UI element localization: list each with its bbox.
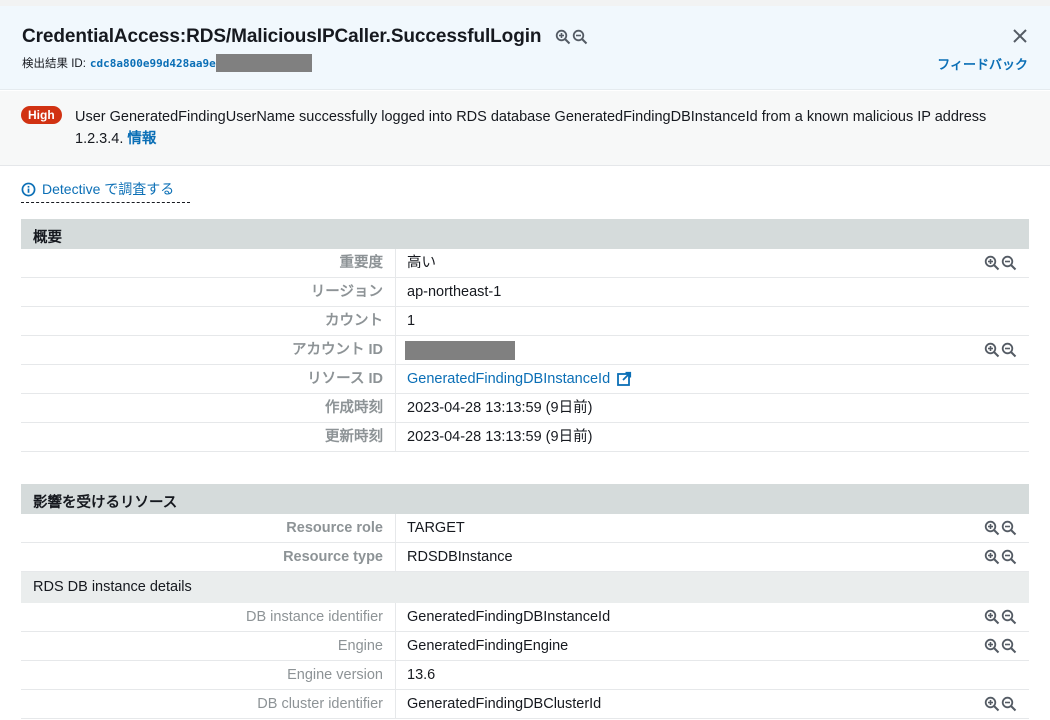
close-icon[interactable] (1010, 26, 1030, 46)
row-key: DB cluster identifier (21, 690, 396, 718)
severity-badge: High (21, 106, 62, 124)
filter-icons (984, 638, 1017, 654)
zoom-in-icon[interactable] (984, 549, 1000, 565)
overview-heading: 概要 (21, 219, 1029, 249)
detective-link-label: Detective で調査する (42, 181, 175, 197)
row-key: Engine version (21, 661, 396, 689)
row-key: DB instance identifier (21, 603, 396, 631)
title-row: CredentialAccess:RDS/MaliciousIPCaller.S… (22, 26, 588, 48)
redacted-block (215, 54, 312, 72)
table-row: 重要度 高い (21, 249, 1029, 278)
affected-heading: 影響を受けるリソース (21, 484, 1029, 514)
zoom-in-icon[interactable] (984, 609, 1000, 625)
zoom-in-icon[interactable] (984, 638, 1000, 654)
row-value: 2023-04-28 13:13:59 (9日前) (407, 429, 593, 445)
detective-link[interactable]: Detective で調査する (21, 179, 190, 203)
filter-icons (984, 549, 1017, 565)
finding-id-label: 検出結果 ID: (22, 58, 86, 70)
row-value: 1 (407, 313, 416, 329)
row-key: リージョン (21, 278, 396, 306)
zoom-out-icon[interactable] (1001, 549, 1017, 565)
row-key: Engine (21, 632, 396, 660)
finding-id-value[interactable]: cdc8a800e99d428aa9e (90, 57, 216, 70)
row-key: リソース ID (21, 365, 396, 393)
filter-icons (984, 696, 1017, 712)
zoom-out-icon[interactable] (572, 29, 588, 45)
table-row: リソース ID GeneratedFindingDBInstanceId (21, 365, 1029, 394)
redacted-account-id (405, 340, 515, 360)
resource-id-text: GeneratedFindingDBInstanceId (407, 371, 611, 387)
resource-id-link[interactable]: GeneratedFindingDBInstanceId (396, 365, 1029, 393)
row-key: 作成時刻 (21, 394, 396, 422)
zoom-in-icon[interactable] (984, 255, 1000, 271)
zoom-out-icon[interactable] (1001, 255, 1017, 271)
row-key: Resource role (21, 514, 396, 542)
filter-icons (984, 342, 1017, 358)
filter-icons (984, 520, 1017, 536)
row-key: アカウント ID (21, 336, 396, 364)
table-row: DB cluster identifier GeneratedFindingDB… (21, 690, 1029, 719)
feedback-link[interactable]: フィードバック (937, 54, 1028, 73)
row-value: GeneratedFindingEngine (407, 638, 569, 654)
filter-icons (984, 609, 1017, 625)
table-row: 作成時刻 2023-04-28 13:13:59 (9日前) (21, 394, 1029, 423)
filter-icons (984, 255, 1017, 271)
zoom-out-icon[interactable] (1001, 520, 1017, 536)
row-value: GeneratedFindingDBClusterId (407, 696, 602, 712)
row-value: 13.6 (407, 667, 436, 683)
zoom-in-icon[interactable] (555, 29, 571, 45)
row-key: カウント (21, 307, 396, 335)
table-row: Resource role TARGET (21, 514, 1029, 543)
zoom-out-icon[interactable] (1001, 342, 1017, 358)
external-link-icon (617, 371, 632, 386)
row-value (396, 336, 1029, 364)
row-value: GeneratedFindingDBInstanceId (407, 609, 611, 625)
zoom-out-icon[interactable] (1001, 609, 1017, 625)
alert-message-text: User GeneratedFindingUserName successful… (75, 109, 987, 147)
table-row: Resource type RDSDBInstance (21, 543, 1029, 572)
table-row: 更新時刻 2023-04-28 13:13:59 (9日前) (21, 423, 1029, 452)
overview-section: 概要 重要度 高い リージョン ap-northeast-1 カウント 1 アカ… (21, 219, 1029, 452)
db-details-subheading: RDS DB instance details (21, 572, 1029, 603)
finding-id: 検出結果 ID: cdc8a800e99d428aa9e (22, 54, 312, 72)
info-link[interactable]: 情報 (127, 131, 156, 147)
table-row: Engine GeneratedFindingEngine (21, 632, 1029, 661)
alert-message: User GeneratedFindingUserName successful… (75, 106, 1025, 150)
row-key: 重要度 (21, 249, 396, 277)
row-value: 2023-04-28 13:13:59 (9日前) (407, 400, 593, 416)
row-value: RDSDBInstance (407, 549, 513, 565)
finding-title: CredentialAccess:RDS/MaliciousIPCaller.S… (22, 26, 542, 47)
row-value: ap-northeast-1 (407, 284, 502, 300)
table-row: カウント 1 (21, 307, 1029, 336)
row-key: Resource type (21, 543, 396, 571)
table-row: DB instance identifier GeneratedFindingD… (21, 603, 1029, 632)
table-row: リージョン ap-northeast-1 (21, 278, 1029, 307)
row-value: TARGET (407, 520, 465, 536)
finding-header: CredentialAccess:RDS/MaliciousIPCaller.S… (0, 6, 1050, 90)
zoom-out-icon[interactable] (1001, 638, 1017, 654)
title-filter-icons (555, 29, 588, 45)
severity-alert: High User GeneratedFindingUserName succe… (0, 91, 1050, 166)
affected-resources-section: 影響を受けるリソース Resource role TARGET Resource… (21, 484, 1029, 719)
info-circle-icon (21, 182, 36, 196)
table-row: アカウント ID (21, 336, 1029, 365)
zoom-in-icon[interactable] (984, 342, 1000, 358)
row-key: 更新時刻 (21, 423, 396, 451)
zoom-in-icon[interactable] (984, 520, 1000, 536)
zoom-in-icon[interactable] (984, 696, 1000, 712)
row-value: 高い (407, 255, 436, 271)
zoom-out-icon[interactable] (1001, 696, 1017, 712)
table-row: Engine version 13.6 (21, 661, 1029, 690)
